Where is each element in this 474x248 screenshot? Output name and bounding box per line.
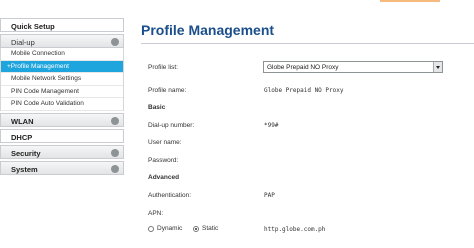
sidebar-item-pin-code-management[interactable]: PIN Code Management [1,85,123,98]
profile-list-value: Globe Prepaid NO Proxy [267,64,339,71]
sidebar-system-label: System [11,164,38,174]
apn-dynamic-radio[interactable] [148,226,154,232]
expand-icon[interactable] [111,148,119,157]
sidebar-dialup-label: Dial-up [11,38,35,47]
collapse-icon[interactable] [111,38,119,46]
expand-icon[interactable] [111,116,119,125]
apn-dynamic-label: Dynamic [157,225,183,232]
apn-value: http.globe.com.ph [264,226,326,233]
sidebar-security[interactable]: Security [0,144,124,159]
sidebar-item-mobile-network-settings[interactable]: Mobile Network Settings [1,73,123,86]
sidebar-dialup[interactable]: Dial-up [0,34,124,48]
top-bar [0,0,474,4]
dialup-submenu: Mobile Connection +Profile Management Mo… [0,48,124,111]
profile-list-label: Profile list: [148,64,178,71]
apn-static-radio[interactable] [193,226,199,232]
sidebar-quick-setup-label: Quick Setup [11,22,55,31]
apn-static-label: Static [202,225,219,232]
authentication-label: Authentication: [148,192,192,199]
dropdown-arrow-icon[interactable] [433,62,442,72]
username-label: User name: [148,139,182,146]
expand-icon[interactable] [111,164,119,173]
authentication-value: PAP [264,192,275,199]
profile-list-select[interactable]: Globe Prepaid NO Proxy [263,61,443,73]
sidebar-item-mobile-connection[interactable]: Mobile Connection [1,48,123,61]
sidebar-item-pin-code-auto-validation[interactable]: PIN Code Auto Validation [1,98,123,111]
profile-name-value: Globe Prepaid NO Proxy [264,87,344,94]
sidebar-item-profile-management[interactable]: +Profile Management [1,60,123,73]
page-title: Profile Management [141,22,275,38]
sidebar-system[interactable]: System [0,160,124,175]
sidebar-wlan[interactable]: WLAN [0,112,124,127]
sidebar-wlan-label: WLAN [11,116,34,126]
top-accent [380,0,440,2]
dialup-number-label: Dial-up number: [148,122,195,129]
sidebar-dhcp-label: DHCP [11,132,33,142]
sidebar: Quick Setup Dial-up Mobile Connection +P… [0,18,124,248]
advanced-header: Advanced [148,174,180,181]
title-divider [141,43,474,44]
basic-header: Basic [148,104,166,111]
apn-label: APN: [148,210,164,217]
sidebar-quick-setup[interactable]: Quick Setup [0,18,124,32]
sidebar-dhcp[interactable]: DHCP [0,128,124,143]
profile-name-label: Profile name: [148,87,187,94]
password-label: Password: [148,157,179,164]
sidebar-security-label: Security [11,148,41,158]
dialup-number-value: *99# [264,122,279,129]
